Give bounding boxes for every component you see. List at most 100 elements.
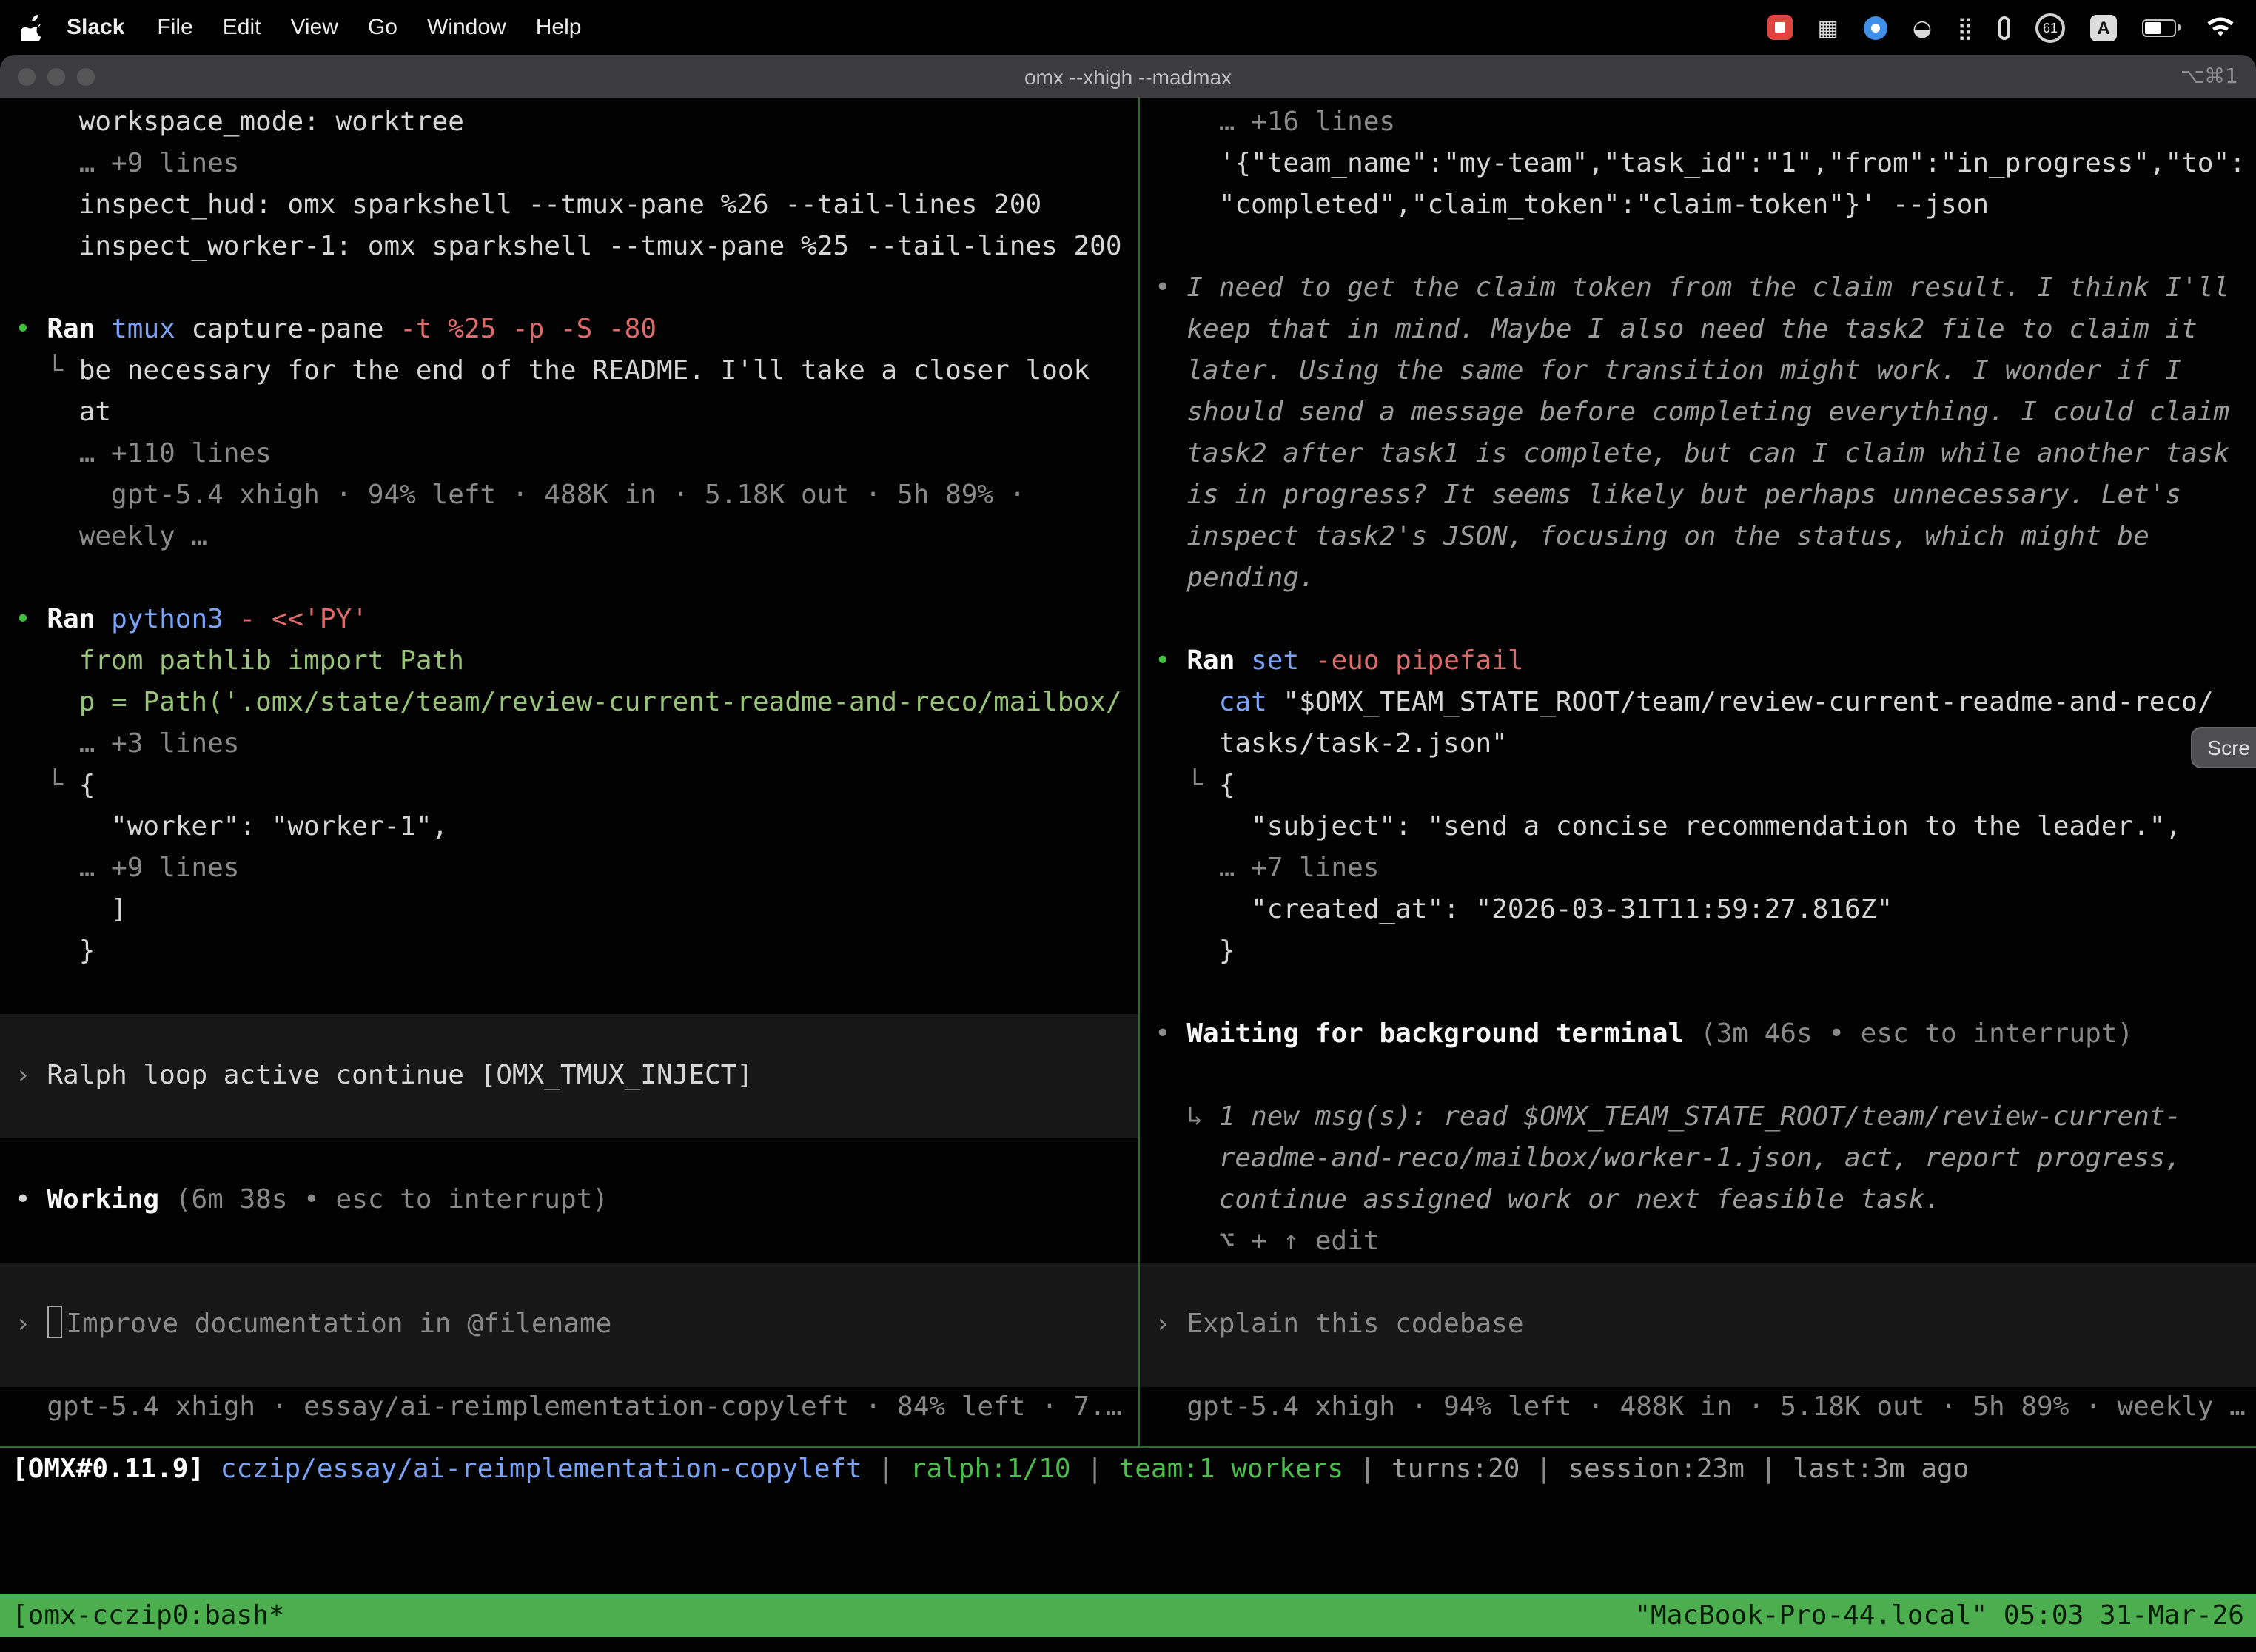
composer-input[interactable]: › Explain this codebase xyxy=(1140,1304,2256,1346)
text-segment: "subject": "send a concise recommendatio… xyxy=(1155,811,2181,842)
text-segment: team:1 workers xyxy=(1119,1454,1343,1485)
terminal-row xyxy=(0,558,1138,600)
text-segment: later. Using the same for transition mig… xyxy=(1155,355,2181,386)
text-segment: should send a message before completing … xyxy=(1155,397,2229,428)
menu-view[interactable]: View xyxy=(275,15,353,40)
composer-input[interactable]: › Improve documentation in @filename xyxy=(0,1304,1138,1346)
terminal-window: omx --xhigh --madmax ⌥⌘1 workspace_mode:… xyxy=(0,55,2256,1652)
text-segment: … +7 lines xyxy=(1155,853,1379,884)
screen-edge-tooltip[interactable]: Scre xyxy=(2191,727,2256,768)
text-segment: • xyxy=(1155,272,1186,303)
terminal-row: › Ralph loop active continue [OMX_TMUX_I… xyxy=(0,1055,1138,1097)
window-grid-icon[interactable]: ▦ xyxy=(1817,14,1838,41)
terminal-row xyxy=(0,1221,1138,1263)
minimize-button[interactable] xyxy=(47,67,65,85)
menu-go[interactable]: Go xyxy=(353,15,412,40)
battery-body xyxy=(2142,19,2176,36)
terminal-row: inspect task2's JSON, focusing on the st… xyxy=(1140,517,2256,558)
window-title: omx --xhigh --madmax xyxy=(1024,64,1232,88)
close-button[interactable] xyxy=(18,67,36,85)
zoom-button[interactable] xyxy=(77,67,95,85)
right-pane[interactable]: … +16 lines '{"team_name":"my-team","tas… xyxy=(1140,98,2256,1446)
text-segment: … +110 lines xyxy=(15,438,272,469)
terminal-row xyxy=(0,268,1138,309)
terminal-row: • Ran set -euo pipefail xyxy=(1140,641,2256,682)
traffic-lights xyxy=(18,55,95,98)
terminal-row: • Ran tmux capture-pane -t %25 -p -S -80 xyxy=(0,309,1138,351)
menu-app-name[interactable]: Slack xyxy=(67,15,124,40)
terminal: workspace_mode: worktree … +9 lines insp… xyxy=(0,98,2256,1446)
dots-grid-icon[interactable]: ⣿ xyxy=(1957,14,1973,41)
wifi-icon[interactable] xyxy=(2206,16,2235,38)
battery-icon[interactable] xyxy=(2142,19,2181,36)
blue-app-icon[interactable] xyxy=(1864,16,1887,39)
text-segment: └ xyxy=(15,770,79,801)
terminal-row: • Working (6m 38s • esc to interrupt) xyxy=(0,1180,1138,1221)
terminal-row: … +3 lines xyxy=(0,724,1138,765)
text-segment: tasks/task-2.json" xyxy=(1155,728,1508,759)
text-segment: -t %25 -p -S -80 xyxy=(400,314,657,345)
text-segment: … +16 lines xyxy=(1155,107,1395,138)
hud-divider xyxy=(0,1446,2256,1448)
text-segment: ⌥ + ↑ edit xyxy=(1155,1226,1379,1257)
text-segment: (6m 38s • esc to interrupt) xyxy=(175,1184,608,1215)
text-segment: gpt-5.4 xhigh · 94% left · 488K in · 5.1… xyxy=(1155,1391,2246,1423)
input-source-icon[interactable]: A xyxy=(2090,14,2117,41)
menu-edit[interactable]: Edit xyxy=(208,15,276,40)
text-segment: inspect_hud: omx sparkshell --tmux-pane … xyxy=(15,189,1041,221)
terminal-row xyxy=(0,1263,1138,1304)
menu-window[interactable]: Window xyxy=(412,15,521,40)
menu-file[interactable]: File xyxy=(142,15,207,40)
battery-fill xyxy=(2145,21,2162,33)
screen: Slack FileEditViewGoWindowHelp ▦ ◒ ⣿ 61 … xyxy=(0,0,2256,1652)
left-pane[interactable]: workspace_mode: worktree … +9 lines insp… xyxy=(0,98,1138,1446)
dark-app-icon[interactable]: ◒ xyxy=(1913,14,1932,41)
text-segment: task2 after task1 is complete, but can I… xyxy=(1155,438,2229,469)
terminal-row: should send a message before completing … xyxy=(1140,392,2256,434)
apple-menu-icon[interactable] xyxy=(21,14,43,41)
text-segment: "created_at": "2026-03-31T11:59:27.816Z" xyxy=(1155,894,1893,925)
text-segment: › xyxy=(15,1309,47,1340)
text-segment: capture-pane xyxy=(175,314,400,345)
text-segment: at xyxy=(15,397,111,428)
terminal-row: } xyxy=(0,931,1138,973)
text-segment xyxy=(1155,687,1219,718)
terminal-row: ⌥ + ↑ edit xyxy=(1140,1221,2256,1263)
text-segment: ralph:1/10 xyxy=(910,1454,1071,1485)
text-segment: › xyxy=(15,1060,47,1091)
text-segment: • xyxy=(15,1184,47,1215)
text-segment: readme-and-reco/mailbox/worker-1.json, a… xyxy=(1155,1143,2181,1174)
text-segment: } xyxy=(1155,936,1235,967)
text-segment: • xyxy=(1155,645,1186,676)
terminal-row xyxy=(1140,1263,2256,1304)
text-segment: workspace_mode: worktree xyxy=(15,107,464,138)
text-segment: [OMX#0.11.9] xyxy=(12,1454,204,1485)
terminal-row: readme-and-reco/mailbox/worker-1.json, a… xyxy=(1140,1138,2256,1180)
menu-help[interactable]: Help xyxy=(521,15,597,40)
text-segment: inspect task2's JSON, focusing on the st… xyxy=(1155,521,2149,552)
battery-gauge-icon[interactable]: 61 xyxy=(2035,13,2065,42)
terminal-row: └ { xyxy=(0,765,1138,807)
terminal-row: is in progress? It seems likely but perh… xyxy=(1140,475,2256,517)
terminal-row: weekly … xyxy=(0,517,1138,558)
text-segment: '{"team_name":"my-team","task_id":"1","f… xyxy=(1155,148,2246,179)
slim-app-icon[interactable] xyxy=(1998,16,2010,39)
text-segment: keep that in mind. Maybe I also need the… xyxy=(1155,314,2198,345)
text-segment: cat xyxy=(1219,687,1267,718)
battery-tip xyxy=(2178,24,2181,31)
text-segment: "$OMX_TEAM_STATE_ROOT/team/review-curren… xyxy=(1267,687,2214,718)
terminal-row: "worker": "worker-1", xyxy=(0,807,1138,848)
terminal-row: gpt-5.4 xhigh · 94% left · 488K in · 5.1… xyxy=(1140,1387,2256,1428)
terminal-row: workspace_mode: worktree xyxy=(0,102,1138,144)
screen-recording-indicator-icon[interactable] xyxy=(1767,15,1792,40)
window-title-bar[interactable]: omx --xhigh --madmax ⌥⌘1 xyxy=(0,55,2256,98)
text-segment: • xyxy=(15,604,47,635)
tmux-host-clock: "MacBook-Pro-44.local" 05:03 31-Mar-26 xyxy=(1634,1600,2244,1631)
text-segment: └ xyxy=(15,355,79,386)
text-segment: set xyxy=(1251,645,1299,676)
text-segment: - <<'PY' xyxy=(224,604,368,635)
terminal-row: └ be necessary for the end of the README… xyxy=(0,351,1138,392)
menu-bar-status-icons: ▦ ◒ ⣿ 61 A xyxy=(1767,13,2235,42)
terminal-row: pending. xyxy=(1140,558,2256,600)
terminal-row: inspect_hud: omx sparkshell --tmux-pane … xyxy=(0,185,1138,226)
